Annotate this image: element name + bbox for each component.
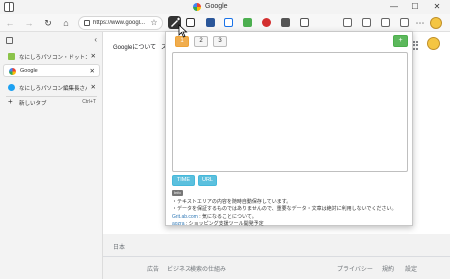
- close-tab-icon[interactable]: ✕: [90, 67, 95, 75]
- vertical-tab-label: Google: [20, 68, 38, 74]
- image-icon[interactable]: [243, 18, 252, 27]
- footer-link-settings[interactable]: 設定: [405, 264, 417, 273]
- vertical-tab-google[interactable]: Google ✕: [3, 64, 100, 77]
- add-favorite-icon[interactable]: ☆: [148, 17, 160, 29]
- vertical-tab-label: なにしろパソコン・ドットコム | マルチ: [19, 55, 87, 61]
- settings-menu-icon[interactable]: ⋯: [414, 17, 426, 29]
- minimize-button[interactable]: —: [387, 1, 401, 13]
- credit-line-2: aozra : ショッピング支援ツール開発予定: [172, 220, 264, 227]
- new-tab-shortcut: Ctrl+T: [82, 99, 96, 105]
- twitter-favicon-icon: [8, 84, 15, 91]
- google-account-avatar[interactable]: [427, 37, 440, 50]
- memo-tab-2-button[interactable]: 2: [194, 36, 208, 47]
- close-tab-icon[interactable]: ✕: [91, 52, 96, 60]
- footer-link-business[interactable]: ビジネス: [167, 264, 191, 273]
- info-badge: Info: [172, 190, 183, 196]
- extension-red-icon[interactable]: [262, 18, 271, 27]
- footer-country: 日本: [113, 245, 126, 251]
- history-icon[interactable]: [400, 18, 409, 27]
- memo-textarea[interactable]: [172, 52, 408, 172]
- footer-link-ads[interactable]: 広告: [147, 264, 159, 273]
- insert-time-button[interactable]: TIME: [172, 175, 195, 186]
- memo-tab-3-button[interactable]: 3: [213, 36, 227, 47]
- back-icon[interactable]: ←: [4, 17, 16, 29]
- tab-actions-icon[interactable]: [4, 2, 14, 12]
- vertical-tab-twitter[interactable]: なにしろパソコン編集長さん (@72all ✕: [3, 81, 100, 94]
- lock-icon: [84, 20, 90, 26]
- credit-link-2[interactable]: aozra: [172, 221, 185, 227]
- tab-panel-icon[interactable]: [6, 37, 13, 44]
- new-tab-button[interactable]: + 新しいタブ Ctrl+T: [3, 97, 100, 109]
- mouse-cursor-icon: [178, 24, 188, 38]
- nanishiro-favicon-icon: [8, 53, 15, 60]
- new-tab-label: 新しいタブ: [19, 101, 47, 107]
- credit-line-1: Grit.ab.com : 気になることについて。: [172, 213, 257, 220]
- forward-icon[interactable]: →: [23, 17, 35, 29]
- google-favicon-icon: [193, 3, 201, 11]
- memo-extension-popup: 1 2 3 + TIME URL Info ・テキストエリアの内容を随時自動保存…: [165, 31, 413, 227]
- sidebar-header: ‹: [4, 35, 99, 46]
- collections-icon[interactable]: [362, 18, 371, 27]
- maximize-button[interactable]: ☐: [408, 1, 422, 13]
- footer-country-bar: 日本: [103, 234, 450, 257]
- grid-icon[interactable]: [281, 18, 290, 27]
- google-favicon-icon: [9, 68, 16, 75]
- vertical-tab-label: なにしろパソコン編集長さん (@72all: [19, 86, 87, 92]
- footer-links-bar: 広告 ビジネス 検索の仕組み プライバシー 規約 設定: [103, 257, 450, 279]
- home-icon[interactable]: ⌂: [60, 17, 72, 29]
- favorites-bar-icon[interactable]: [381, 18, 390, 27]
- footer-link-how-search-works[interactable]: 検索の仕組み: [190, 264, 226, 273]
- refresh-icon[interactable]: ↻: [42, 17, 54, 29]
- info-note-autosave: ・テキストエリアの内容を随時自動保存しています。: [172, 199, 292, 205]
- close-window-button[interactable]: ✕: [430, 1, 444, 13]
- credit-desc-2: : ショッピング支援ツール開発予定: [184, 221, 264, 227]
- save-icon[interactable]: [206, 18, 215, 27]
- translate-icon[interactable]: [224, 18, 233, 27]
- browser-toolbar: ← → ↻ ⌂ https://www.googl... ☆ ⋯: [0, 14, 450, 32]
- box-icon[interactable]: [300, 18, 309, 27]
- about-google-link[interactable]: Googleについて: [113, 42, 156, 51]
- vertical-tab-nanishiro[interactable]: なにしろパソコン・ドットコム | マルチ ✕: [3, 50, 100, 63]
- insert-url-button[interactable]: URL: [198, 175, 217, 186]
- footer-link-terms[interactable]: 規約: [382, 264, 394, 273]
- puzzle-icon[interactable]: [343, 18, 352, 27]
- add-memo-button[interactable]: +: [393, 35, 408, 47]
- info-note-warning: ・データを保証するものではありませんので、重要なデータ・文章は絶対に利用しないで…: [172, 206, 397, 212]
- footer-link-privacy[interactable]: プライバシー: [337, 264, 373, 273]
- plus-icon: +: [8, 97, 13, 106]
- vertical-tabs-sidebar: ‹ なにしろパソコン・ドットコム | マルチ ✕ Google ✕ なにしろパソ…: [0, 32, 103, 279]
- profile-avatar[interactable]: [430, 17, 442, 29]
- close-tab-icon[interactable]: ✕: [91, 83, 96, 91]
- window-title-bar: Google — ☐ ✕: [0, 0, 450, 14]
- collapse-sidebar-icon[interactable]: ‹: [94, 35, 97, 44]
- window-title: Google: [205, 3, 228, 10]
